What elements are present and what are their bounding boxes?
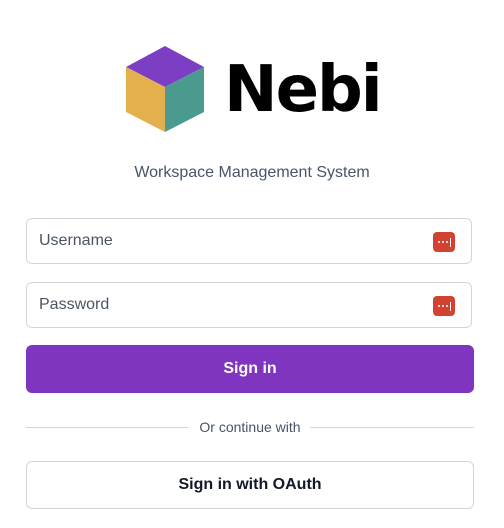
login-page: Nebi Workspace Management System Sign in…	[0, 0, 504, 528]
password-field[interactable]	[26, 282, 472, 328]
app-subtitle: Workspace Management System	[134, 164, 370, 181]
brand-name: Nebi	[224, 53, 383, 127]
logo: Nebi	[124, 46, 383, 132]
username-input[interactable]	[27, 219, 471, 263]
oauth-sign-in-button[interactable]: Sign in with OAuth	[26, 461, 474, 509]
divider-line-right	[310, 427, 474, 428]
password-manager-icon[interactable]	[433, 232, 455, 252]
username-field[interactable]	[26, 218, 472, 264]
divider: Or continue with	[26, 417, 474, 437]
password-manager-icon[interactable]	[433, 296, 455, 316]
sign-in-button[interactable]: Sign in	[26, 345, 474, 393]
cube-logo-icon	[126, 46, 204, 132]
password-input[interactable]	[27, 283, 471, 327]
